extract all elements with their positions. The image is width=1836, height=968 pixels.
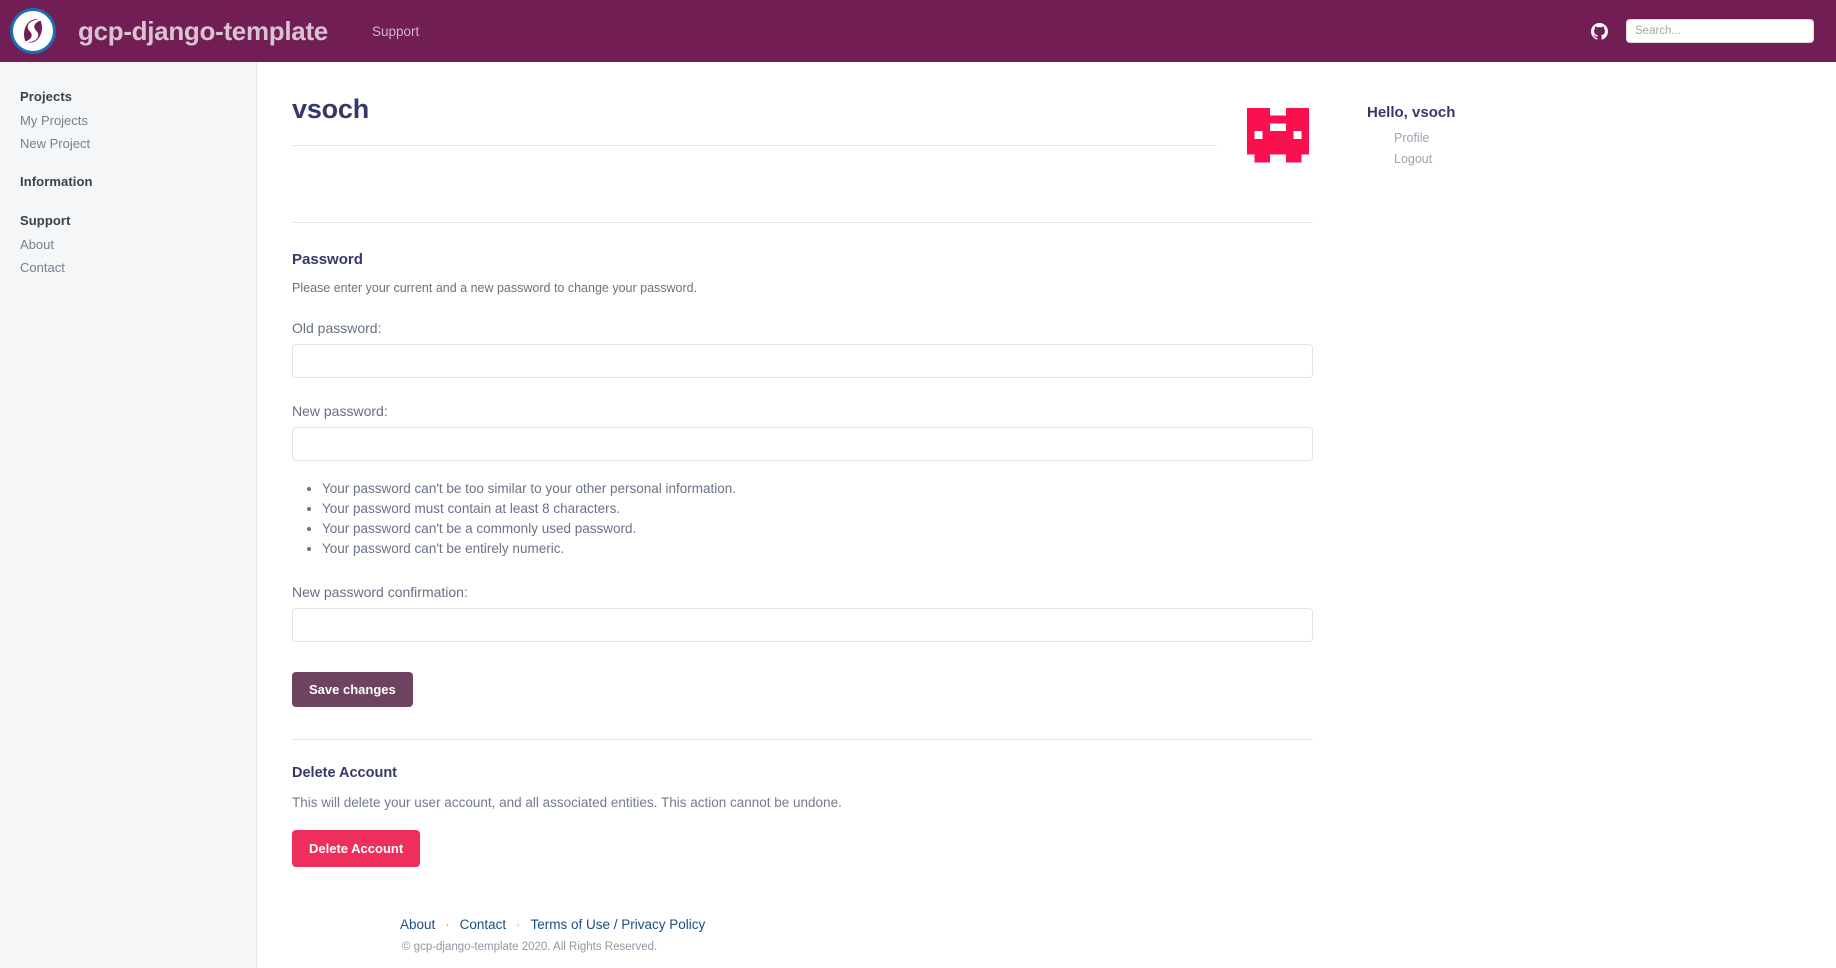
footer-link-contact[interactable]: Contact	[460, 917, 507, 932]
sidebar-group-projects: Projects My Projects New Project	[0, 84, 256, 155]
sidebar-heading-projects: Projects	[20, 89, 73, 104]
identicon-avatar-icon	[1239, 100, 1317, 178]
delete-section-title: Delete Account	[292, 764, 398, 781]
sidebar-group-support: Support About Contact	[0, 208, 256, 279]
account-settings-form: Password Please enter your current and a…	[257, 222, 1836, 953]
password-section-description: Please enter your current and a new pass…	[292, 281, 698, 295]
page-footer: About · Contact · Terms of Use / Privacy…	[292, 917, 1836, 953]
sidebar-heading-information: Information	[20, 174, 93, 189]
footer-copyright: © gcp-django-template 2020. All Rights R…	[402, 940, 658, 953]
sidebar-item-new-project[interactable]: New Project	[0, 132, 256, 155]
new-password-label: New password:	[292, 403, 388, 419]
user-greeting: Hello, vsoch	[1367, 104, 1456, 121]
nav-link-support[interactable]: Support	[364, 20, 427, 43]
footer-link-about[interactable]: About	[400, 917, 435, 932]
user-menu-list: Profile Logout	[1367, 129, 1487, 168]
main-content: vsoch Hello, vsoch Profile Logout Passwo…	[257, 62, 1836, 968]
user-menu-item-logout: Logout	[1367, 150, 1487, 168]
password-help-item: Your password can't be too similar to yo…	[322, 479, 1836, 499]
sidebar-heading-support: Support	[20, 213, 71, 228]
new-password-confirmation-label: New password confirmation:	[292, 583, 468, 600]
profile-divider	[292, 145, 1217, 146]
password-section-title: Password	[292, 251, 363, 268]
footer-link-terms[interactable]: Terms of Use / Privacy Policy	[531, 917, 706, 932]
footer-separator: ·	[445, 916, 450, 932]
password-section-divider	[292, 222, 1313, 223]
sidebar-item-about[interactable]: About	[0, 233, 256, 256]
top-navbar: gcp-django-template Support	[0, 0, 1836, 62]
user-menu-link-profile[interactable]: Profile	[1367, 129, 1487, 147]
old-password-label: Old password:	[292, 320, 382, 336]
user-menu-item-profile: Profile	[1367, 129, 1487, 147]
footer-separator: ·	[516, 916, 521, 932]
new-password-input[interactable]	[292, 427, 1313, 461]
brand-logo-link[interactable]	[10, 8, 56, 54]
avatar	[1235, 96, 1321, 182]
password-help-item: Your password can't be a commonly used p…	[322, 519, 1836, 539]
old-password-input[interactable]	[292, 344, 1313, 378]
page-layout: Projects My Projects New Project Informa…	[0, 62, 1836, 968]
password-help-list: Your password can't be too similar to yo…	[292, 479, 1836, 559]
brand-title: gcp-django-template	[78, 15, 328, 46]
user-menu-link-logout[interactable]: Logout	[1367, 150, 1487, 168]
user-menu: Hello, vsoch Profile Logout	[1367, 84, 1487, 171]
github-icon[interactable]	[1591, 22, 1608, 40]
navbar-right-group	[1591, 19, 1814, 43]
page-title: vsoch	[292, 94, 370, 124]
search-input[interactable]	[1626, 19, 1814, 43]
sidebar-item-my-projects[interactable]: My Projects	[0, 109, 256, 132]
profile-head: vsoch Hello, vsoch Profile Logout	[292, 84, 1776, 182]
footer-links: About · Contact · Terms of Use / Privacy…	[400, 917, 1836, 932]
sidebar-group-information: Information	[0, 169, 256, 194]
swirl-s-logo-icon	[16, 14, 50, 48]
password-help-item: Your password can't be entirely numeric.	[322, 539, 1836, 559]
delete-account-button[interactable]: Delete Account	[292, 829, 421, 867]
delete-section-description: This will delete your user account, and …	[292, 794, 842, 810]
save-changes-button[interactable]: Save changes	[292, 671, 413, 707]
profile-title-block: vsoch	[292, 84, 1217, 146]
sidebar-item-contact[interactable]: Contact	[0, 256, 256, 279]
profile-header-zone: vsoch Hello, vsoch Profile Logout	[257, 62, 1836, 182]
delete-section-divider	[292, 738, 1313, 740]
password-help-item: Your password must contain at least 8 ch…	[322, 499, 1836, 519]
new-password-confirmation-input[interactable]	[292, 607, 1313, 642]
navbar-links: Support	[364, 20, 427, 43]
sidebar: Projects My Projects New Project Informa…	[0, 62, 257, 968]
